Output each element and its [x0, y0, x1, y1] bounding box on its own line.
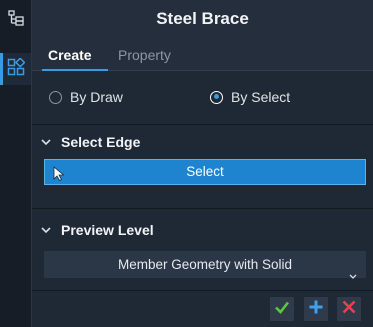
side-toolbar: [0, 0, 32, 327]
panel-title: Steel Brace: [32, 0, 373, 38]
preview-level-dropdown[interactable]: Member Geometry with Solid: [44, 251, 366, 279]
select-edge-section: Select Edge Select: [32, 125, 373, 209]
preview-level-value: Member Geometry with Solid: [117, 257, 293, 272]
select-button[interactable]: Select: [44, 159, 366, 185]
preview-level-header[interactable]: Preview Level: [32, 209, 373, 251]
select-edge-header[interactable]: Select Edge: [32, 125, 373, 159]
grid-add-icon: [7, 56, 26, 81]
cancel-button[interactable]: [337, 297, 361, 321]
radio-unchecked-icon: [49, 90, 62, 104]
add-icon: [308, 299, 324, 320]
action-bar: [32, 290, 373, 327]
select-edge-heading: Select Edge: [61, 134, 141, 150]
close-icon: [341, 299, 357, 320]
select-button-label: Select: [186, 164, 224, 179]
confirm-button[interactable]: [270, 297, 294, 321]
add-button[interactable]: [304, 297, 328, 321]
by-draw-radio[interactable]: By Draw: [49, 89, 123, 105]
create-panel-button[interactable]: [0, 53, 31, 85]
tab-property[interactable]: Property: [118, 38, 171, 70]
cursor-arrow-icon: [53, 165, 65, 189]
chevron-down-icon: [349, 262, 357, 288]
mode-radio-group: By Draw By Select: [32, 71, 373, 125]
confirm-icon: [274, 299, 290, 320]
steel-brace-panel: Steel Brace Create Property By Draw By S…: [32, 0, 373, 327]
preview-level-heading: Preview Level: [61, 222, 154, 238]
radio-checked-icon: [210, 90, 223, 104]
tree-view-button[interactable]: [0, 4, 31, 36]
chevron-down-icon: [41, 226, 59, 234]
by-select-radio[interactable]: By Select: [210, 89, 290, 105]
tab-create[interactable]: Create: [48, 38, 92, 70]
by-draw-label: By Draw: [70, 89, 123, 105]
tree-view-icon: [7, 9, 24, 31]
by-select-label: By Select: [231, 89, 291, 105]
tab-bar: Create Property: [32, 38, 373, 71]
chevron-down-icon: [41, 138, 59, 146]
preview-level-section: Preview Level Member Geometry with Solid: [32, 209, 373, 291]
